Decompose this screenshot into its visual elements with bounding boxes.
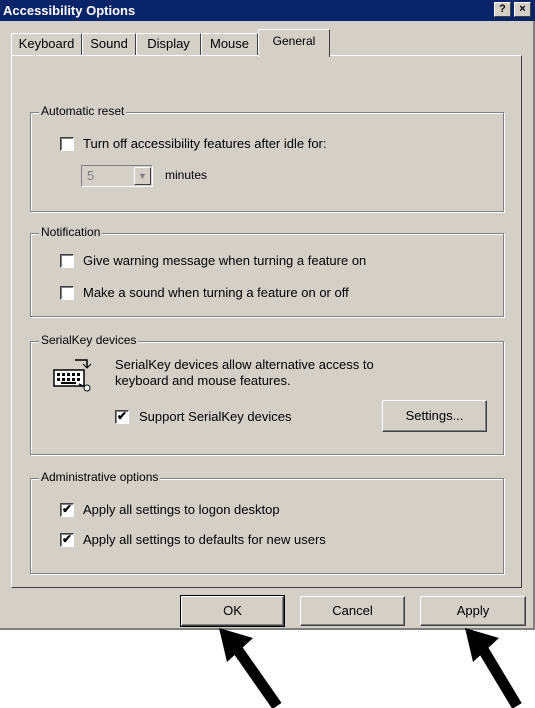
notification-group: Notification Give warning message when t… [30,225,504,317]
checkmark-icon: ✔ [61,502,73,516]
title-bar: Accessibility Options ? × [0,0,535,21]
make-sound-label: Make a sound when turning a feature on o… [83,285,349,300]
arrow-pointer-icon [219,628,282,708]
close-button[interactable]: × [514,2,531,17]
serialkey-description-line2: keyboard and mouse features. [115,373,291,388]
automatic-reset-group: Automatic reset Turn off accessibility f… [30,104,504,212]
support-serialkey-label: Support SerialKey devices [139,409,292,424]
support-serialkey-checkbox[interactable]: ✔ [115,410,129,424]
checkmark-icon: ✔ [116,409,128,423]
chevron-down-icon[interactable]: ▼ [134,167,151,185]
idle-timeout-label: Turn off accessibility features after id… [83,136,327,151]
automatic-reset-legend: Automatic reset [39,104,127,118]
minutes-label: minutes [165,168,208,182]
checkmark-icon: ✔ [61,532,73,546]
tab-general[interactable]: General [258,29,330,57]
tab-keyboard[interactable]: Keyboard [11,33,82,55]
minutes-value: 5 [87,168,95,183]
apply-defaults-checkbox[interactable]: ✔ [60,533,74,547]
administrative-options-group: Administrative options ✔ Apply all setti… [30,470,504,574]
cancel-button[interactable]: Cancel [300,596,405,626]
apply-button[interactable]: Apply [420,596,526,626]
administrative-legend: Administrative options [39,470,161,484]
notification-legend: Notification [39,225,103,239]
window-title: Accessibility Options [3,3,136,18]
apply-logon-label: Apply all settings to logon desktop [83,502,280,517]
ok-button[interactable]: OK [180,595,285,627]
tab-mouse[interactable]: Mouse [201,33,258,55]
warning-message-checkbox[interactable] [60,254,74,268]
arrow-pointer-icon [465,628,522,708]
idle-timeout-checkbox[interactable] [60,137,74,151]
help-button[interactable]: ? [494,2,511,17]
accessibility-options-window: Accessibility Options ? × Keyboard Sound… [0,0,535,630]
apply-defaults-label: Apply all settings to defaults for new u… [83,532,326,547]
serialkey-legend: SerialKey devices [39,333,139,347]
settings-button[interactable]: Settings... [382,400,487,432]
warning-message-label: Give warning message when turning a feat… [83,253,367,268]
make-sound-checkbox[interactable] [60,286,74,300]
minutes-dropdown[interactable]: 5 ▼ [81,165,153,187]
serialkey-devices-group: SerialKey devices SerialKey devices allo… [30,333,504,455]
apply-logon-checkbox[interactable]: ✔ [60,503,74,517]
keyboard-icon [53,359,91,392]
tab-sound[interactable]: Sound [82,33,136,55]
tab-display[interactable]: Display [136,33,201,55]
serialkey-description-line1: SerialKey devices allow alternative acce… [115,357,374,372]
